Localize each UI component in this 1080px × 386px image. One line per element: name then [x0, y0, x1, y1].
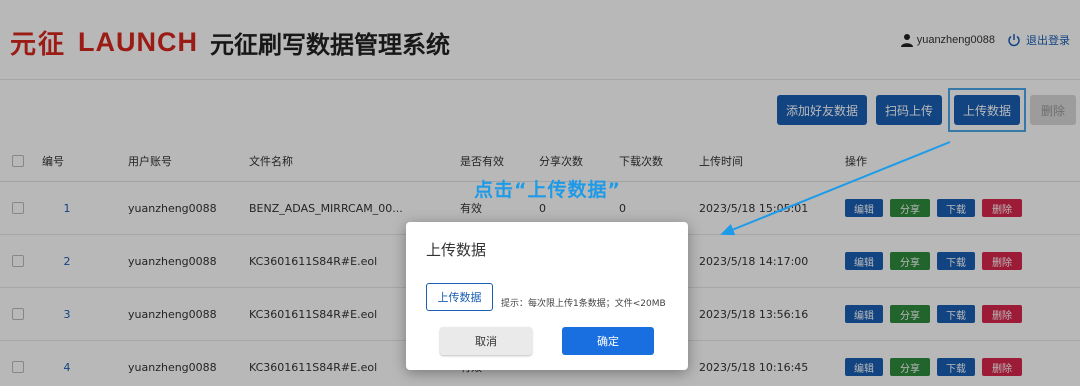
annotation-text: 点击“上传数据” [474, 179, 621, 201]
confirm-button[interactable]: 确定 [562, 327, 654, 355]
cancel-button[interactable]: 取消 [440, 327, 532, 355]
dialog-title: 上传数据 [426, 241, 487, 259]
choose-file-button[interactable]: 上传数据 [426, 283, 493, 311]
upload-hint: 提示：每次限上传1条数据；文件<20MB [501, 299, 666, 309]
upload-dialog: 上传数据 上传数据 提示：每次限上传1条数据；文件<20MB 取消 确定 [406, 222, 688, 370]
